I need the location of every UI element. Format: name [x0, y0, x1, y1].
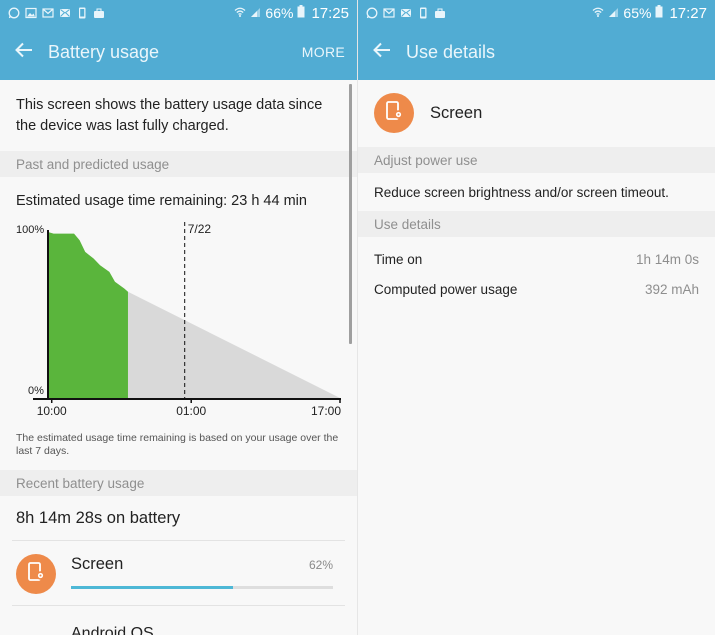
chart-note: The estimated usage time remaining is ba… [16, 432, 339, 457]
arrow-left-icon [15, 42, 33, 63]
detail-row-time-on: Time on 1h 14m 0s [358, 244, 715, 274]
signal-icon [608, 5, 619, 21]
use-details-screen: 65% 17:27 Use details Screen Adjust powe… [357, 0, 715, 635]
wifi-icon [592, 5, 604, 21]
screen-settings-icon [383, 100, 405, 127]
next-app-name-partial[interactable]: Android OS [71, 626, 154, 635]
email-icon [59, 7, 71, 19]
scrollbar[interactable] [349, 84, 352, 344]
adjust-power-tip[interactable]: Reduce screen brightness and/or screen t… [358, 173, 715, 211]
briefcase-icon [434, 7, 446, 19]
wifi-icon [234, 5, 246, 21]
status-bar: 65% 17:27 [358, 0, 715, 26]
phone-icon [417, 7, 429, 19]
battery-usage-screen: 66% 17:25 Battery usage MORE This screen… [0, 0, 357, 635]
app-icon [374, 93, 414, 133]
app-usage-row[interactable]: Screen 62% [0, 541, 357, 605]
title-bar: Use details [358, 32, 715, 72]
screenshot: 66% 17:25 Battery usage MORE This screen… [0, 0, 715, 635]
gmail-icon [383, 7, 395, 19]
app-icon [16, 554, 56, 594]
phone-icon [76, 7, 88, 19]
content: This screen shows the battery usage data… [0, 80, 357, 635]
x-tick-label: 17:00 [311, 404, 341, 418]
signal-icon [250, 5, 261, 21]
intro-text: This screen shows the battery usage data… [16, 97, 323, 134]
divider [12, 605, 345, 606]
page-title: Battery usage [48, 41, 160, 62]
gallery-icon [25, 7, 37, 19]
usage-bar-fill [71, 586, 234, 589]
notification-icons [8, 7, 105, 19]
estimated-remaining: Estimated usage time remaining: 23 h 44 … [16, 193, 307, 209]
battery-icon [655, 5, 663, 21]
predicted-usage-area [127, 291, 341, 398]
x-tick-label: 01:00 [176, 404, 206, 418]
usage-bar [71, 586, 333, 589]
screen-settings-icon [25, 561, 47, 588]
battery-percent: 65% [623, 5, 652, 21]
detail-value: 1h 14m 0s [635, 251, 699, 267]
app-bar: 66% 17:25 Battery usage MORE [0, 0, 357, 80]
arrow-left-icon [373, 42, 391, 63]
past-usage-area [48, 232, 128, 398]
section-header-recent-usage: Recent battery usage [0, 470, 357, 496]
app-header: Screen [358, 80, 715, 147]
status-indicators: 66% 17:25 [234, 5, 349, 22]
app-name: Screen [71, 555, 124, 573]
status-indicators: 65% 17:27 [592, 5, 707, 22]
detail-label: Computed power usage [374, 281, 518, 297]
page-title: Use details [406, 41, 496, 62]
status-bar: 66% 17:25 [0, 0, 357, 26]
back-button[interactable] [0, 32, 48, 72]
notification-icons [366, 7, 446, 19]
usage-chart: 7/22 100% 0% 10:00 01:00 17:00 [0, 222, 357, 422]
clock: 17:25 [311, 4, 349, 22]
detail-value: 392 mAh [644, 281, 699, 297]
date-marker-label: 7/22 [188, 222, 212, 236]
more-button[interactable]: MORE [302, 44, 345, 60]
email-icon [400, 7, 412, 19]
app-percent: 62% [308, 558, 333, 572]
usage-chart-svg: 7/22 100% 0% 10:00 01:00 17:00 [16, 222, 341, 418]
whatsapp-icon [8, 7, 20, 19]
detail-row-power-usage: Computed power usage 392 mAh [358, 274, 715, 304]
time-on-battery: 8h 14m 28s on battery [16, 508, 181, 527]
y-tick-label: 100% [16, 224, 44, 236]
gmail-icon [42, 7, 54, 19]
whatsapp-icon [366, 7, 378, 19]
section-header-use-details: Use details [358, 211, 715, 237]
briefcase-icon [93, 7, 105, 19]
content: Screen Adjust power use Reduce screen br… [358, 80, 715, 635]
section-header-adjust-power: Adjust power use [358, 147, 715, 173]
clock: 17:27 [669, 4, 707, 22]
title-bar: Battery usage MORE [0, 32, 357, 72]
x-tick-label: 10:00 [37, 404, 67, 418]
back-button[interactable] [358, 32, 406, 72]
detail-label: Time on [374, 251, 423, 267]
battery-icon [297, 5, 305, 21]
app-bar: 65% 17:27 Use details [358, 0, 715, 80]
section-header-past-usage: Past and predicted usage [0, 151, 357, 177]
battery-percent: 66% [265, 5, 294, 21]
app-name: Screen [430, 104, 483, 122]
y-tick-label: 0% [28, 385, 44, 397]
